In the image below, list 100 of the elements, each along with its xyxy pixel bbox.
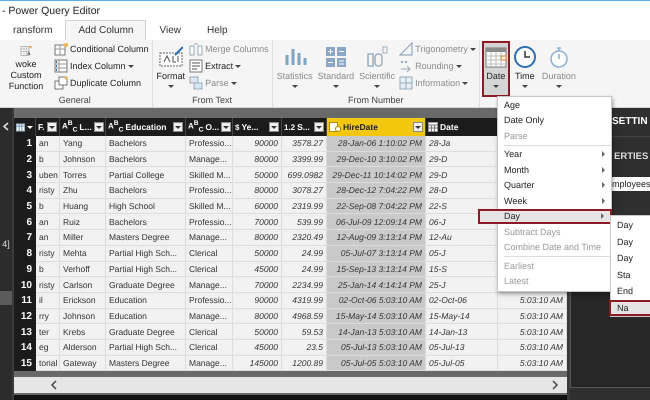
table-cell: 25-J [426, 277, 498, 293]
column-filter-button[interactable] [173, 122, 183, 132]
ribbon-button[interactable]: Index Column [53, 58, 150, 74]
table-cell: Professio... [186, 214, 233, 230]
column-header[interactable]: A$^{B}$$_{C}$ Education [106, 118, 186, 136]
table-cell: 3399.99 [282, 152, 327, 168]
table-cell: 5:03:10 AM [498, 340, 567, 356]
table-cell: Torres [60, 167, 106, 184]
row-number: 11 [14, 292, 36, 309]
table-cell: Mehta [60, 246, 106, 262]
horizontal-scrollbar[interactable] [14, 377, 567, 394]
ribbon-tab[interactable]: Help [194, 20, 241, 40]
caret-icon [96, 126, 102, 128]
column-filter-button[interactable] [269, 122, 279, 132]
ribbon-button[interactable]: Time [510, 41, 539, 95]
table-cell: 50000 [233, 167, 282, 184]
table-cell: 15-S [426, 262, 498, 278]
exponent-icon [365, 45, 390, 69]
column-header[interactable]: A$^{B}$$_{C}$ O... [186, 118, 233, 136]
table-cell: Clerical [186, 246, 233, 262]
table-cell: 50000 [233, 246, 282, 262]
table-cell: Gateway [60, 356, 106, 372]
name-input-field[interactable]: mployees [610, 177, 650, 191]
calendar-icon [428, 122, 438, 132]
table-cell: 2319.99 [282, 198, 327, 214]
table-cell: Johnson [60, 152, 106, 168]
submenu-item[interactable]: End [611, 283, 650, 300]
row-number: 5 [14, 198, 36, 214]
ribbon-button[interactable]: Duplicate Column [53, 75, 150, 91]
submenu-item[interactable]: Na [609, 300, 650, 316]
table-cell: Professio... [186, 183, 233, 199]
group-label: From Text [191, 95, 233, 107]
ribbon-tab[interactable]: Add Column [65, 20, 146, 40]
table-cell: an [36, 214, 60, 230]
table-cell: 12-Au [426, 230, 498, 246]
table-cell: b [36, 262, 60, 278]
ribbon-button[interactable]: Conditional Column [53, 41, 150, 57]
column-header[interactable]: $ Ye... [233, 118, 282, 136]
column-filter-button[interactable] [221, 122, 232, 132]
caret-icon [223, 126, 230, 128]
submenu-item[interactable]: Sta [611, 266, 650, 283]
ribbon-button[interactable]: Extract [188, 58, 270, 74]
menu-item[interactable]: Quarter [498, 178, 611, 193]
menu-item[interactable]: Week [498, 193, 611, 208]
menu-item[interactable]: Age [498, 97, 611, 112]
column-filter-button[interactable] [94, 122, 104, 132]
ribbon-tab[interactable]: ransform [0, 20, 66, 40]
column-filter-button[interactable] [47, 122, 57, 132]
table-cell: High School [106, 198, 186, 214]
group-label: General [58, 95, 92, 107]
menu-item[interactable]: Day [478, 208, 612, 224]
table-cell: 90000 [233, 136, 282, 152]
column-header[interactable]: HireDate [327, 118, 426, 136]
query-item[interactable]: 4] [2, 239, 10, 249]
ribbon-tab[interactable]: View [146, 20, 194, 40]
table-cell: 2320.49 [282, 230, 327, 246]
table-cell: Bachelors [106, 183, 186, 199]
table-cell: Masters Degree [106, 356, 186, 372]
table-cell: Alderson [60, 340, 106, 356]
table-cell: Partial High Sch... [106, 340, 186, 356]
column-header[interactable]: F. [36, 118, 60, 136]
scroll-right-icon [551, 380, 559, 390]
table-select-header[interactable] [14, 118, 36, 136]
table-cell: il [36, 292, 60, 309]
caret-icon [271, 126, 277, 128]
numbered-column-icon [54, 59, 68, 73]
menu-item[interactable]: Date Only [498, 112, 611, 128]
calendar-clock-icon [329, 122, 341, 132]
table-cell: eg [36, 340, 60, 356]
table-cell: uben [36, 167, 60, 184]
submenu-item[interactable]: Day [611, 250, 650, 266]
table-cell: 80000 [233, 230, 282, 246]
text-pen-icon [158, 45, 183, 69]
ribbon-button[interactable]: Date [482, 41, 510, 97]
table-cell: Manage... [186, 308, 233, 324]
row-number: 1 [14, 136, 36, 152]
caret-icon [175, 126, 181, 128]
table-cell: Professio... [186, 136, 233, 152]
caret-icon [316, 126, 322, 128]
invoke-function-button[interactable]: woke Custom Function [0, 41, 52, 95]
table-cell: 5:03:10 AM [498, 292, 567, 309]
rounding-arrow-icon [399, 59, 414, 73]
table-cell: 24.99 [282, 262, 327, 278]
table-cell: Ruiz [60, 214, 106, 230]
table-cell: 05-J [426, 246, 498, 262]
table-cell: 06-Jul-09 12:09:14 PM [327, 214, 426, 230]
table-cell: Graduate Degree [106, 324, 186, 340]
column-header[interactable]: A$^{B}$$_{C}$ L... [60, 118, 106, 136]
column-filter-button[interactable] [413, 122, 423, 132]
column-header[interactable]: 1.2 S... [282, 118, 327, 136]
submenu-item[interactable]: Day [611, 234, 650, 250]
table-cell: Partial College [106, 167, 186, 184]
table-cell: 539.99 [282, 214, 327, 230]
table-cell: 70000 [233, 214, 282, 230]
column-header[interactable]: Date [426, 118, 498, 136]
submenu-item[interactable]: Day [611, 217, 650, 234]
ribbon-button[interactable]: Format [154, 41, 188, 95]
row-number: 14 [14, 340, 36, 356]
column-filter-button[interactable] [314, 122, 324, 132]
row-number: 8 [14, 246, 36, 262]
